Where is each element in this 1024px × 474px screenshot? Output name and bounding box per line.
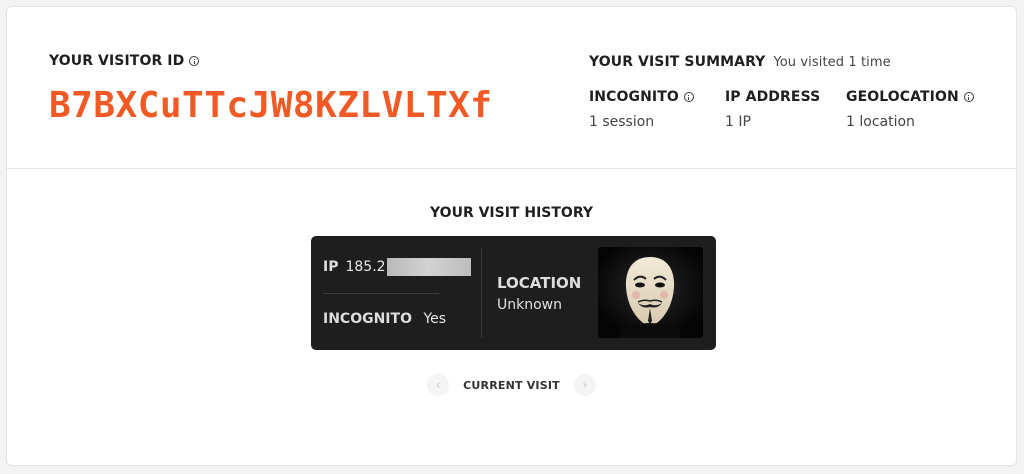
visit-location-value: Unknown	[497, 297, 562, 313]
visitor-id-label: YOUR VISITOR ID	[49, 53, 185, 69]
current-visit-label: CURRENT VISIT	[463, 378, 560, 392]
stat-incognito-heading: INCOGNITO	[589, 89, 694, 105]
redacted-ip-block	[386, 258, 471, 276]
visit-incognito-value: Yes	[423, 311, 447, 327]
stat-ip-heading: IP ADDRESS	[725, 89, 820, 105]
visit-history-card: IP 185.2 INCOGNITO Yes LOCATION Unknown	[311, 236, 716, 350]
stat-label: GEOLOCATION	[846, 89, 959, 105]
visit-ip-row: IP 185.2	[323, 258, 471, 276]
visit-summary-heading: YOUR VISIT SUMMARY You visited 1 time	[589, 54, 891, 70]
stat-value: 1 IP	[725, 114, 751, 130]
visit-incognito-row: INCOGNITO Yes	[323, 311, 446, 327]
stat-value: 1 session	[589, 114, 655, 130]
divider	[481, 248, 482, 338]
stat-label: IP ADDRESS	[725, 89, 821, 105]
anonymous-mask-image	[598, 247, 703, 338]
visit-history-title: YOUR VISIT HISTORY	[430, 205, 593, 221]
chevron-right-icon[interactable]: ›	[573, 374, 596, 396]
visit-navigation: ‹ CURRENT VISIT ›	[7, 374, 1016, 396]
visit-location-label: LOCATION	[497, 274, 582, 292]
visit-incognito-label: INCOGNITO	[323, 311, 412, 327]
stat-geolocation-heading: GEOLOCATION	[846, 89, 974, 105]
visit-summary-subtitle: You visited 1 time	[773, 54, 891, 70]
visit-ip-value: 185.2	[345, 259, 386, 275]
info-icon[interactable]	[683, 92, 694, 102]
visitor-id-value: B7BXCuTTcJW8KZLVLTXf	[49, 85, 493, 126]
stat-geolocation: GEOLOCATION 1 location	[846, 89, 974, 130]
info-icon[interactable]	[963, 92, 974, 102]
stat-value: 1 location	[846, 114, 915, 130]
info-icon[interactable]	[189, 56, 200, 66]
stat-incognito: INCOGNITO 1 session	[589, 89, 694, 130]
visitor-card: YOUR VISITOR ID B7BXCuTTcJW8KZLVLTXf YOU…	[6, 6, 1017, 466]
visit-summary-title: YOUR VISIT SUMMARY	[589, 54, 766, 70]
visit-ip-label: IP	[323, 259, 339, 275]
stat-label: INCOGNITO	[589, 89, 679, 105]
visit-details: IP 185.2 INCOGNITO Yes	[311, 236, 479, 350]
visitor-id-heading: YOUR VISITOR ID	[49, 53, 200, 69]
summary-section: YOUR VISITOR ID B7BXCuTTcJW8KZLVLTXf YOU…	[7, 7, 1016, 169]
visit-location: LOCATION Unknown	[497, 274, 581, 313]
stat-ip-address: IP ADDRESS 1 IP	[725, 89, 820, 130]
divider	[323, 293, 439, 294]
chevron-left-icon[interactable]: ‹	[427, 374, 450, 396]
